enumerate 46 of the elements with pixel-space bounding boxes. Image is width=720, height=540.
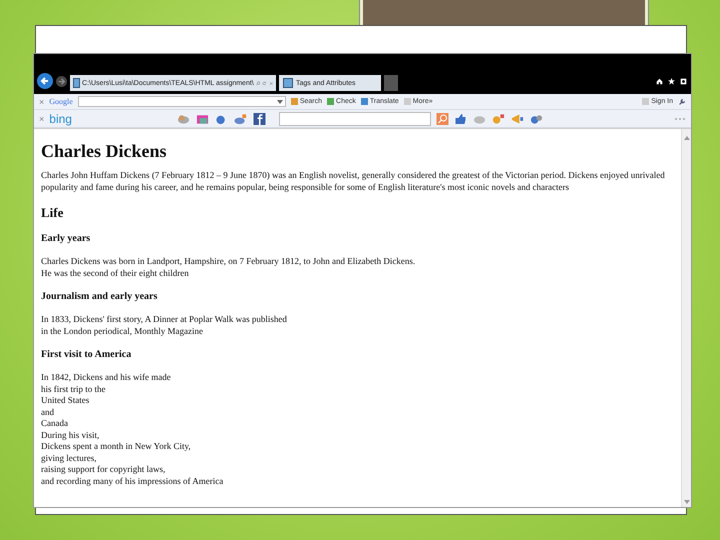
subsection-heading: Early years <box>41 233 92 244</box>
settings-icon[interactable] <box>680 78 687 85</box>
dropdown-caret-icon[interactable] <box>276 100 283 104</box>
subsection-heading: Journalism and early years <box>41 291 158 302</box>
cloud-icon[interactable] <box>176 112 190 124</box>
paragraph-line: He was the second of their eight children <box>41 268 189 279</box>
paragraph-line: raising support for copyright laws, <box>41 464 166 476</box>
back-button[interactable] <box>37 73 53 89</box>
section-heading: Life <box>41 205 64 221</box>
search-icon[interactable] <box>436 112 449 124</box>
facebook-icon[interactable] <box>252 112 266 124</box>
stop-icon[interactable] <box>268 80 274 86</box>
star-icon[interactable] <box>668 78 675 85</box>
search-icon[interactable] <box>256 80 260 86</box>
scroll-up-icon[interactable] <box>682 135 690 141</box>
subsection-heading: First visit to America <box>41 349 132 360</box>
coin-icon[interactable] <box>492 112 505 124</box>
paragraph-line: In 1842, Dickens and his wife made <box>41 372 171 384</box>
paragraph-line: and <box>41 406 54 418</box>
scroll-down-icon[interactable] <box>682 499 690 505</box>
page-heading: Charles Dickens <box>41 141 168 162</box>
bing-logo: bing <box>49 112 72 124</box>
paragraph-line: his first trip to the <box>41 384 106 395</box>
paragraph-line: giving lectures, <box>41 452 96 464</box>
paragraph-line: During his visit, <box>41 430 100 441</box>
paragraph-line: Charles John Huffam Dickens (7 February 1812 – 9 June 1870) was an English novelist, generally considered the greatest of the Victorian period. Dickens enjoyed unrivaled popularity and fame during his career, and he remains popular, being responsible for some of English literature's most iconic novels and characters <box>41 170 666 193</box>
more-icon[interactable] <box>674 116 686 120</box>
scrollbar[interactable] <box>681 129 691 507</box>
paragraph-line: and recording many of his impressions of America <box>41 476 224 487</box>
page-icon <box>73 78 80 88</box>
paragraph-line: United States <box>41 395 90 406</box>
thumbs-up-icon[interactable] <box>454 112 467 124</box>
home-icon[interactable] <box>656 78 663 85</box>
google-logo: Google <box>49 97 73 106</box>
search-field[interactable] <box>278 112 431 126</box>
paragraph-line: In 1833, Dickens' first story, A Dinner at Poplar Walk was published <box>41 314 287 326</box>
paragraph-line: Dickens spent a month in New York City, <box>41 441 191 452</box>
paragraph-line: Charles Dickens was born in Landport, Hampshire, on 7 February 1812, to John and Elizabeth Dickens. <box>41 256 416 268</box>
megaphone-icon[interactable] <box>510 112 524 124</box>
wrench-icon[interactable] <box>678 98 686 106</box>
forward-button[interactable] <box>56 76 67 87</box>
paragraph-line: Canada <box>41 418 68 430</box>
cloud-icon[interactable] <box>234 112 247 124</box>
search-field[interactable] <box>78 96 286 107</box>
paragraph-line: in the London periodical, Monthly Magazine <box>41 326 203 337</box>
refresh-icon[interactable] <box>262 80 267 86</box>
